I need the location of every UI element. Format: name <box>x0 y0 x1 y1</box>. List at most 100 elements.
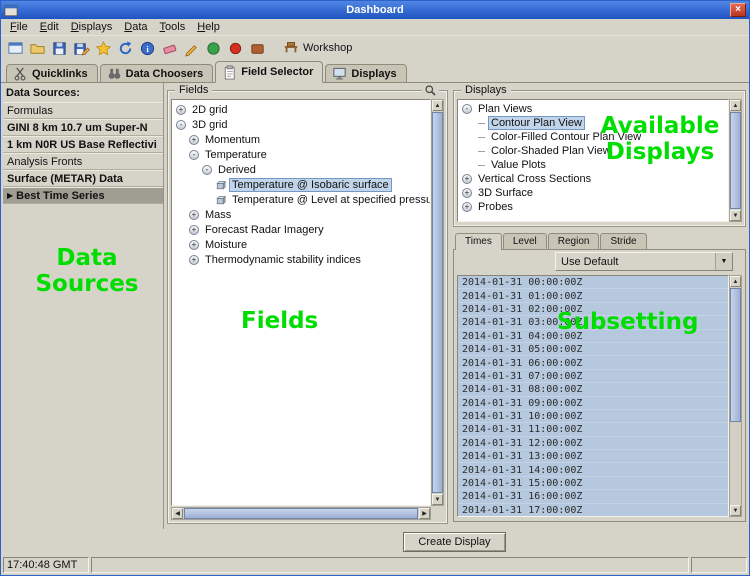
time-list-item[interactable]: 2014-01-31 04:00:00Z <box>458 330 728 343</box>
menu-file[interactable]: File <box>4 20 34 34</box>
subset-tab-level[interactable]: Level <box>503 233 547 249</box>
times-scrollbar[interactable]: ▲ ▼ <box>729 275 742 517</box>
menu-displays[interactable]: Displays <box>65 20 119 34</box>
menu-edit[interactable]: Edit <box>34 20 65 34</box>
search-icon[interactable] <box>422 84 439 97</box>
tree-label[interactable]: Temperature <box>203 149 269 161</box>
scroll-left-icon[interactable]: ◀ <box>172 508 183 519</box>
time-list-item[interactable]: 2014-01-31 06:00:00Z <box>458 356 728 369</box>
tree-item[interactable]: + Moisture <box>172 237 430 252</box>
tree-label[interactable]: 3D grid <box>190 119 229 131</box>
tree-expand-icon[interactable]: + <box>462 174 472 184</box>
tree-label[interactable]: Plan Views <box>476 103 534 115</box>
tree-expand-icon[interactable]: + <box>176 105 186 115</box>
tree-expand-icon[interactable]: + <box>462 202 472 212</box>
tree-label[interactable]: Mass <box>203 209 233 221</box>
save-icon[interactable] <box>49 38 70 58</box>
time-list-item[interactable]: 2014-01-31 08:00:00Z <box>458 383 728 396</box>
time-list-item[interactable]: 2014-01-31 05:00:00Z <box>458 343 728 356</box>
time-list-item[interactable]: 2014-01-31 12:00:00Z <box>458 437 728 450</box>
tree-item[interactable]: -3D grid <box>172 117 430 132</box>
tree-item[interactable]: Color-Filled Contour Plan View <box>458 130 728 144</box>
time-list-item[interactable]: 2014-01-31 07:00:00Z <box>458 370 728 383</box>
scroll-down-icon[interactable]: ▼ <box>432 494 443 505</box>
scroll-down-icon[interactable]: ▼ <box>730 210 741 221</box>
tree-item[interactable]: +Thermodynamic stability indices <box>172 252 430 267</box>
data-source-item[interactable]: Formulas <box>3 102 163 119</box>
scroll-up-icon[interactable]: ▲ <box>432 100 443 111</box>
tree-label[interactable]: 2D grid <box>190 104 229 116</box>
scrollbar-thumb[interactable] <box>432 112 443 493</box>
tree-collapse-icon[interactable]: - <box>202 165 212 175</box>
tree-item[interactable]: +3D Surface <box>458 186 728 200</box>
reload-icon[interactable] <box>115 38 136 58</box>
tab-field-selector[interactable]: Field Selector <box>215 61 323 83</box>
time-list-item[interactable]: 2014-01-31 17:00:00Z <box>458 504 728 517</box>
tree-item[interactable]: +2D grid <box>172 102 430 117</box>
tree-collapse-icon[interactable]: - <box>462 104 472 114</box>
tree-item[interactable]: Value Plots <box>458 158 728 172</box>
tree-expand-icon[interactable]: + <box>189 135 199 145</box>
tab-data-choosers[interactable]: Data Choosers <box>100 64 214 83</box>
data-source-item[interactable]: Analysis Fronts <box>3 153 163 170</box>
subset-tab-stride[interactable]: Stride <box>600 233 646 249</box>
data-source-item[interactable]: Surface (METAR) Data <box>3 170 163 187</box>
scrollbar-thumb[interactable] <box>730 112 741 209</box>
tree-label[interactable]: Temperature @ Level at specified pressur… <box>230 194 431 206</box>
times-mode-dropdown[interactable]: Use Default ▼ <box>555 252 733 271</box>
tree-item[interactable]: Temperature @ Isobaric surface <box>172 177 430 192</box>
title-bar[interactable]: Dashboard × <box>1 1 749 19</box>
tree-label[interactable]: Forecast Radar Imagery <box>203 224 326 236</box>
time-list-item[interactable]: 2014-01-31 09:00:00Z <box>458 397 728 410</box>
tree-expand-icon[interactable]: + <box>189 240 199 250</box>
support-icon[interactable] <box>247 38 268 58</box>
fields-horizontal-scrollbar[interactable]: ◀ ▶ <box>171 507 431 520</box>
save-as-icon[interactable] <box>71 38 92 58</box>
scroll-up-icon[interactable]: ▲ <box>730 276 741 287</box>
tree-expand-icon[interactable]: + <box>462 188 472 198</box>
tree-label[interactable]: Vertical Cross Sections <box>476 173 593 185</box>
close-button[interactable]: × <box>730 3 746 17</box>
menu-tools[interactable]: Tools <box>154 20 192 34</box>
scroll-up-icon[interactable]: ▲ <box>730 100 741 111</box>
time-list-item[interactable]: 2014-01-31 00:00:00Z <box>458 276 728 289</box>
time-list-item[interactable]: 2014-01-31 15:00:00Z <box>458 477 728 490</box>
time-list-item[interactable]: 2014-01-31 14:00:00Z <box>458 463 728 476</box>
subset-tab-region[interactable]: Region <box>548 233 600 249</box>
tree-label[interactable]: Thermodynamic stability indices <box>203 254 363 266</box>
tree-collapse-icon[interactable]: - <box>189 150 199 160</box>
tree-label[interactable]: Moisture <box>203 239 249 251</box>
workshop-button[interactable]: Workshop <box>283 39 352 58</box>
menu-data[interactable]: Data <box>118 20 153 34</box>
time-list-item[interactable]: 2014-01-31 03:00:00Z <box>458 316 728 329</box>
tree-label[interactable]: Value Plots <box>489 159 548 171</box>
chevron-down-icon[interactable]: ▼ <box>715 253 732 270</box>
tree-label[interactable]: Color-Filled Contour Plan View <box>489 131 643 143</box>
scroll-right-icon[interactable]: ▶ <box>419 508 430 519</box>
tree-item[interactable]: Temperature @ Level at specified pressur… <box>172 192 430 207</box>
record-icon[interactable] <box>225 38 246 58</box>
data-source-item[interactable]: ▶Best Time Series <box>3 187 163 204</box>
info-icon[interactable]: i <box>137 38 158 58</box>
subset-tab-times[interactable]: Times <box>455 233 502 250</box>
time-list-item[interactable]: 2014-01-31 02:00:00Z <box>458 303 728 316</box>
tree-label[interactable]: Momentum <box>203 134 262 146</box>
time-list-item[interactable]: 2014-01-31 01:00:00Z <box>458 289 728 302</box>
tree-label[interactable]: Contour Plan View <box>489 117 584 129</box>
tab-quicklinks[interactable]: Quicklinks <box>6 64 98 83</box>
tree-collapse-icon[interactable]: - <box>176 120 186 130</box>
tree-item[interactable]: Contour Plan View <box>458 116 728 130</box>
tree-label[interactable]: Derived <box>216 164 258 176</box>
tree-label[interactable]: Probes <box>476 201 515 213</box>
tree-item[interactable]: + Momentum <box>172 132 430 147</box>
tree-expand-icon[interactable]: + <box>189 210 199 220</box>
tree-item[interactable]: + Probes <box>458 200 728 214</box>
data-source-item[interactable]: 1 km N0R US Base Reflectivi <box>3 136 163 153</box>
time-list-item[interactable]: 2014-01-31 13:00:00Z <box>458 450 728 463</box>
tree-item[interactable]: -Temperature <box>172 147 430 162</box>
displays-vertical-scrollbar[interactable]: ▲ ▼ <box>729 99 742 222</box>
tree-expand-icon[interactable]: + <box>189 225 199 235</box>
data-source-item[interactable]: GINI 8 km 10.7 um Super-N <box>3 119 163 136</box>
open-folder-icon[interactable] <box>27 38 48 58</box>
scrollbar-thumb[interactable] <box>730 288 741 422</box>
